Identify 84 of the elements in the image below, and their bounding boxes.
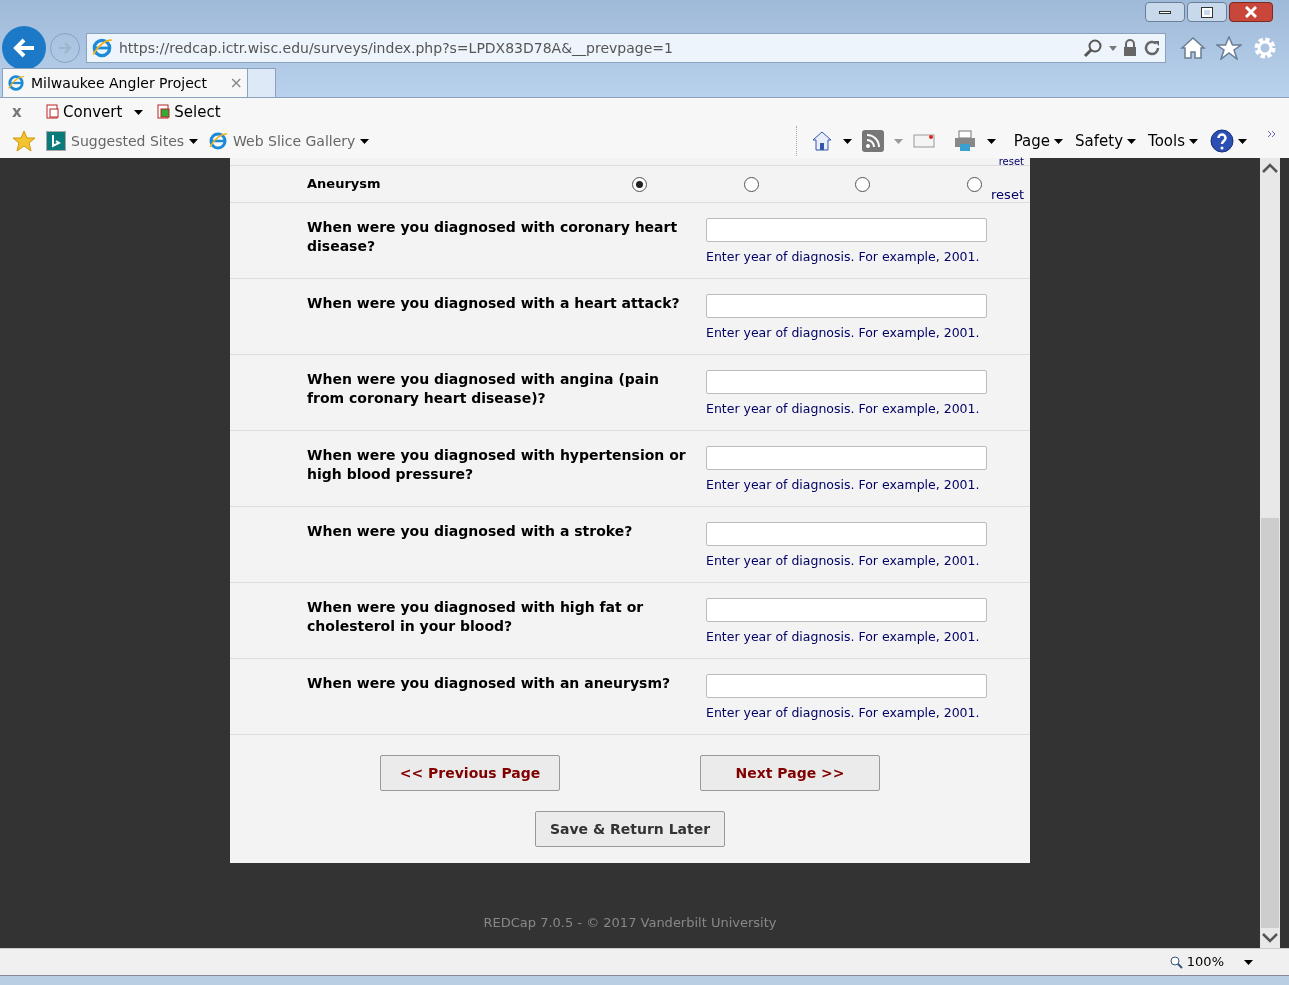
- field-note: Enter year of diagnosis. For example, 2001.: [706, 476, 981, 494]
- year-input-field[interactable]: [706, 370, 987, 394]
- mail-icon[interactable]: [912, 133, 935, 149]
- close-icon: [1245, 6, 1257, 18]
- left-arrow-icon: [12, 37, 36, 59]
- question-text: When were you diagnosed with a heart attack?: [307, 294, 681, 313]
- address-bar[interactable]: https://redcap.ictr.wisc.edu/surveys/index.php?s=LPDX83D78A&__prevpage=1: [86, 33, 1166, 63]
- field-note: Enter year of diagnosis. For example, 2001.: [706, 704, 981, 722]
- reset-link[interactable]: reset: [991, 184, 1024, 204]
- lock-icon: [1123, 39, 1137, 57]
- save-return-later-button[interactable]: Save & Return Later: [535, 811, 725, 847]
- right-arrow-icon: [57, 41, 73, 55]
- caret-icon: [1127, 138, 1137, 144]
- footer-text: REDCap 7.0.5 - © 2017 Vanderbilt University: [483, 914, 777, 932]
- favorites-star-icon[interactable]: [12, 130, 36, 152]
- question-text: When were you diagnosed with an aneurysm?: [307, 674, 672, 693]
- feed-icon[interactable]: [861, 130, 884, 152]
- matrix-row-label: Aneurysm: [307, 175, 382, 194]
- close-toolbar-button[interactable]: x: [12, 100, 40, 124]
- caret-icon: [1244, 959, 1253, 965]
- e-logo-icon: [7, 74, 25, 92]
- e-logo-icon: [91, 37, 113, 59]
- search-icon[interactable]: [1083, 38, 1103, 58]
- toolbar-button[interactable]: Select: [174, 100, 221, 124]
- previous-page-button[interactable]: << Previous Page: [380, 755, 560, 791]
- zoom-level[interactable]: 100%: [1186, 952, 1224, 972]
- reset-link[interactable]: reset: [998, 158, 1024, 165]
- minimize-button[interactable]: [1145, 2, 1185, 22]
- favorites-link[interactable]: Suggested Sites: [71, 130, 185, 152]
- star-icon[interactable]: [1216, 36, 1242, 60]
- command-menu[interactable]: Safety: [1075, 129, 1124, 153]
- close-window-button[interactable]: [1229, 2, 1273, 22]
- back-button[interactable]: [2, 26, 46, 70]
- year-input-field[interactable]: [706, 674, 987, 698]
- question-text: When were you diagnosed with coronary heart disease?: [307, 218, 679, 256]
- radio-button[interactable]: [631, 176, 647, 192]
- radio-button[interactable]: [966, 176, 982, 192]
- help-icon[interactable]: [1210, 129, 1234, 153]
- radio-button[interactable]: [855, 176, 871, 192]
- year-input-field[interactable]: [706, 522, 987, 546]
- refresh-icon[interactable]: [1143, 39, 1161, 57]
- year-input-field[interactable]: [706, 446, 987, 470]
- radio-button[interactable]: [743, 176, 759, 192]
- printer-icon[interactable]: [952, 129, 977, 153]
- caret-icon[interactable]: [1109, 45, 1117, 51]
- new-tab-button[interactable]: [248, 68, 276, 97]
- question-text: When were you diagnosed with high fat or cholesterol in your blood?: [307, 598, 645, 636]
- document-icon: [46, 104, 61, 120]
- caret-icon: [189, 138, 199, 144]
- home-icon[interactable]: [1180, 36, 1206, 60]
- field-note: Enter year of diagnosis. For example, 2001.: [706, 400, 981, 418]
- restore-button[interactable]: [1187, 2, 1227, 22]
- command-menu[interactable]: Tools: [1148, 129, 1185, 153]
- caret-icon: [1054, 138, 1064, 144]
- year-input-field[interactable]: [706, 294, 987, 318]
- question-text: When were you diagnosed with angina (pain from coronary heart disease)?: [307, 370, 661, 408]
- caret-icon: [360, 138, 370, 144]
- caret-icon: [893, 138, 903, 144]
- b-logo-icon: [46, 131, 66, 151]
- command-menu[interactable]: Page: [1013, 129, 1051, 153]
- caret-icon: [1189, 138, 1198, 144]
- field-note: Enter year of diagnosis. For example, 2001.: [706, 324, 981, 342]
- tab-title: Milwaukee Angler Project: [31, 73, 208, 93]
- field-note: Enter year of diagnosis. For example, 2001.: [706, 628, 981, 646]
- year-input-field[interactable]: [706, 598, 987, 622]
- zoom-icon: [1169, 955, 1183, 969]
- caret-icon: [1238, 138, 1247, 144]
- favorites-link[interactable]: Web Slice Gallery: [233, 130, 356, 152]
- home-icon[interactable]: [810, 130, 833, 152]
- chevron-icon[interactable]: [1267, 130, 1277, 138]
- caret-icon: [842, 138, 852, 144]
- year-input-field[interactable]: [706, 218, 987, 242]
- caret-icon: [134, 109, 144, 115]
- field-note: Enter year of diagnosis. For example, 2001.: [706, 248, 981, 266]
- browser-tab[interactable]: Milwaukee Angler Project ×: [2, 68, 248, 97]
- field-note: Enter year of diagnosis. For example, 2001.: [706, 552, 981, 570]
- e-logo-icon: [208, 131, 229, 151]
- document-icon: [157, 104, 173, 120]
- question-text: When were you diagnosed with a stroke?: [307, 522, 634, 541]
- question-text: When were you diagnosed with hypertension or high blood pressure?: [307, 446, 687, 484]
- url-text: https://redcap.ictr.wisc.edu/surveys/index.php?s=LPDX83D78A&__prevpage=1: [119, 38, 673, 58]
- next-page-button[interactable]: Next Page >>: [700, 755, 880, 791]
- toolbar-button[interactable]: Convert: [63, 100, 123, 124]
- caret-icon: [986, 138, 996, 144]
